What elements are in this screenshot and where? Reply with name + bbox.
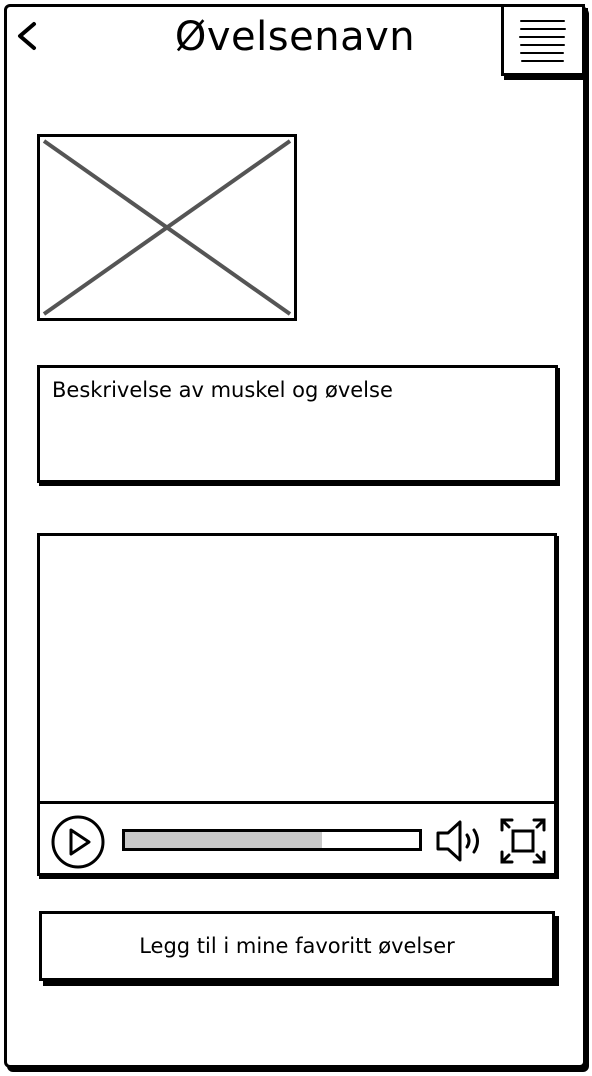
back-button[interactable] [8, 16, 44, 56]
image-placeholder-icon [42, 139, 292, 316]
play-button[interactable] [50, 814, 106, 870]
page-title: Øvelsenavn [174, 14, 416, 60]
volume-icon [436, 820, 479, 862]
exercise-image [37, 134, 297, 321]
chevron-left-icon [18, 22, 36, 50]
play-icon [51, 815, 105, 869]
video-progress-fill [125, 832, 322, 848]
description-box: Beskrivelse av muskel og øvelse [37, 365, 558, 483]
hamburger-menu-icon [519, 20, 566, 62]
video-progress-bar[interactable] [122, 829, 422, 851]
video-controls [40, 801, 554, 873]
description-text: Beskrivelse av muskel og øvelse [52, 378, 393, 402]
fullscreen-icon [500, 818, 546, 864]
add-to-favorites-button[interactable]: Legg til i mine favoritt øvelser [39, 911, 555, 981]
fullscreen-button[interactable] [498, 816, 548, 866]
video-player[interactable] [37, 533, 557, 876]
volume-button[interactable] [434, 816, 488, 866]
menu-button[interactable] [501, 4, 585, 76]
